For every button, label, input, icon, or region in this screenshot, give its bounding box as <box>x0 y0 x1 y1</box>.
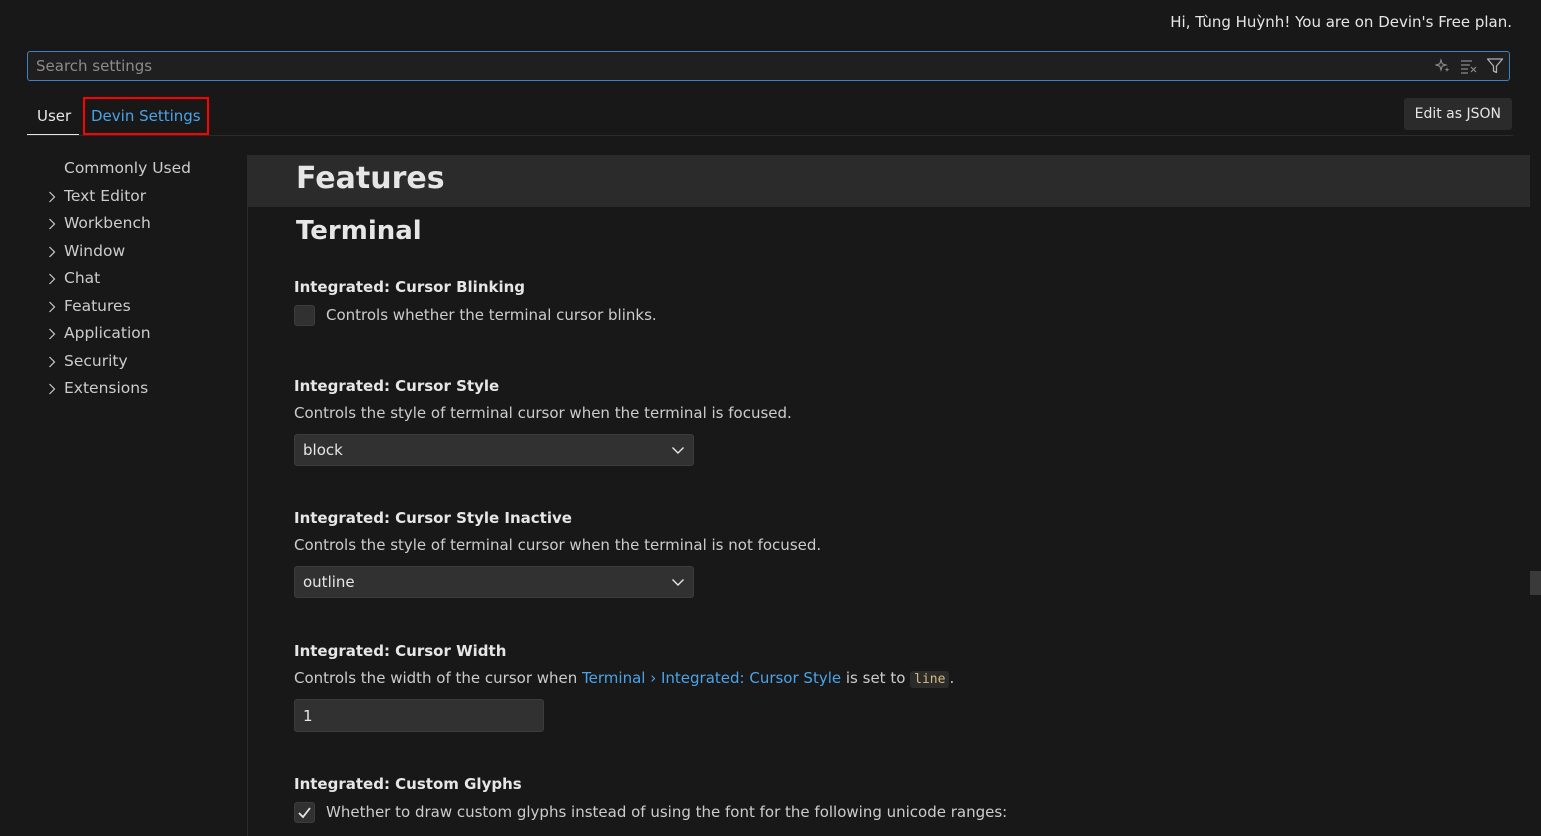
toc-item-label: Features <box>64 296 131 315</box>
setting-name: Cursor Style Inactive <box>395 509 572 527</box>
setting-title: Integrated: Cursor Width <box>294 642 1294 660</box>
setting-category: Integrated: <box>294 775 396 793</box>
section-title: Features <box>296 161 445 196</box>
setting-description-text: Whether to draw custom glyphs instead of… <box>326 803 1008 821</box>
sparkle-icon[interactable] <box>1433 56 1453 76</box>
chevron-right-icon <box>49 191 56 202</box>
setting-category: Integrated: <box>294 642 396 660</box>
toc-item-application[interactable]: Application <box>27 320 247 348</box>
setting-cursor-blinking: Integrated: Cursor Blinking Controls whe… <box>294 278 1294 326</box>
setting-name: Cursor Style <box>395 377 500 395</box>
setting-custom-glyphs: Integrated: Custom Glyphs Whether to dra… <box>294 775 1294 823</box>
cursor-style-inactive-select[interactable]: outline <box>294 566 694 598</box>
toc-item-label: Application <box>64 324 151 342</box>
setting-description: Controls whether the terminal cursor bli… <box>294 305 1294 326</box>
toc-item-label: Chat <box>64 269 101 287</box>
filter-icon[interactable] <box>1485 56 1505 76</box>
toc-item-commonly-used[interactable]: Commonly Used <box>27 155 247 183</box>
cursor-blinking-checkbox[interactable] <box>294 305 315 326</box>
chevron-down-icon <box>672 579 684 586</box>
toc-item-workbench[interactable]: Workbench <box>27 210 247 238</box>
setting-name: Cursor Blinking <box>395 278 526 296</box>
custom-glyphs-checkbox[interactable] <box>294 802 315 823</box>
toc-item-label: Workbench <box>64 214 151 232</box>
select-value: block <box>303 441 343 459</box>
description-text: . <box>949 669 955 687</box>
description-text: Controls the width of the cursor when <box>294 669 583 687</box>
setting-title: Integrated: Cursor Blinking <box>294 278 1294 296</box>
search-input[interactable] <box>28 52 1418 80</box>
subsection-title: Terminal <box>296 216 422 246</box>
checkmark-icon <box>298 807 311 819</box>
tab-user[interactable]: User <box>27 97 79 135</box>
scrollbar-thumb[interactable] <box>1530 571 1541 595</box>
tab-devin-settings[interactable]: Devin Settings <box>83 97 209 135</box>
inline-code: line <box>910 671 950 688</box>
settings-toc: Commonly Used Text Editor Workbench Wind… <box>27 155 247 403</box>
clear-filter-icon[interactable] <box>1459 56 1479 76</box>
settings-content: Features Terminal Integrated: Cursor Bli… <box>248 155 1530 836</box>
toc-item-features[interactable]: Features <box>27 293 247 321</box>
chevron-right-icon <box>49 328 56 340</box>
setting-category: Integrated: <box>294 377 396 395</box>
toc-item-window[interactable]: Window <box>27 238 247 266</box>
setting-name: Cursor Width <box>395 642 507 660</box>
setting-title: Integrated: Cursor Style Inactive <box>294 509 1294 527</box>
setting-cursor-style-inactive: Integrated: Cursor Style Inactive Contro… <box>294 509 1294 598</box>
chevron-right-icon <box>49 301 56 312</box>
toc-item-chat[interactable]: Chat <box>27 265 247 293</box>
description-text: is set to <box>841 669 911 687</box>
select-value: outline <box>303 573 355 591</box>
setting-cursor-style: Integrated: Cursor Style Controls the st… <box>294 377 1294 466</box>
setting-category: Integrated: <box>294 509 396 527</box>
setting-title: Integrated: Cursor Style <box>294 377 1294 395</box>
setting-description: Whether to draw custom glyphs instead of… <box>294 802 1294 823</box>
setting-title: Integrated: Custom Glyphs <box>294 775 1294 793</box>
toc-item-label: Window <box>64 241 126 260</box>
setting-description: Controls the style of terminal cursor wh… <box>294 536 822 554</box>
setting-link[interactable]: Terminal › Integrated: Cursor Style <box>582 669 841 687</box>
toc-item-security[interactable]: Security <box>27 348 247 376</box>
chevron-right-icon <box>49 356 56 367</box>
setting-description-text: Controls whether the terminal cursor bli… <box>326 306 657 324</box>
plan-greeting: Hi, Tùng Huỳnh! You are on Devin's Free … <box>1170 13 1512 31</box>
settings-page: Hi, Tùng Huỳnh! You are on Devin's Free … <box>0 0 1541 836</box>
setting-name: Custom Glyphs <box>395 775 522 793</box>
setting-cursor-width: Integrated: Cursor Width Controls the wi… <box>294 642 1294 732</box>
toc-item-label: Extensions <box>64 379 149 397</box>
edit-as-json-button[interactable]: Edit as JSON <box>1403 98 1512 130</box>
chevron-right-icon <box>49 383 56 395</box>
setting-description: Controls the style of terminal cursor wh… <box>294 404 792 422</box>
setting-category: Integrated: <box>294 278 396 296</box>
setting-description: Controls the width of the cursor when Te… <box>294 669 1294 688</box>
search-actions <box>1433 56 1505 76</box>
tabs-divider <box>27 135 1513 136</box>
toc-item-extensions[interactable]: Extensions <box>27 375 247 403</box>
chevron-right-icon <box>49 218 56 230</box>
chevron-down-icon <box>672 447 684 454</box>
cursor-style-select[interactable]: block <box>294 434 694 466</box>
chevron-right-icon <box>49 246 56 257</box>
chevron-right-icon <box>49 273 56 285</box>
toc-item-label: Text Editor <box>64 186 147 205</box>
section-header: Features <box>248 155 1530 207</box>
toc-item-label: Security <box>64 351 128 370</box>
toc-item-text-editor[interactable]: Text Editor <box>27 183 247 211</box>
cursor-width-input[interactable] <box>294 699 544 732</box>
toc-item-label: Commonly Used <box>64 159 192 177</box>
search-box <box>27 51 1510 81</box>
